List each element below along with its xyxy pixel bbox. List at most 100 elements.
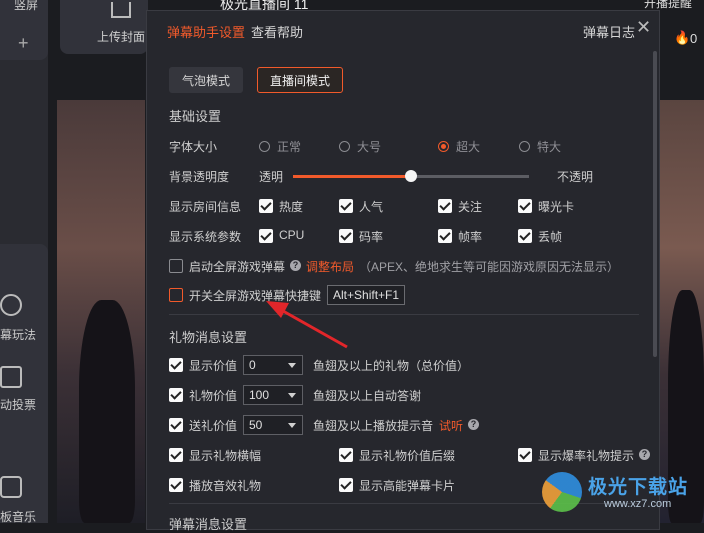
font-size-xxlarge-label[interactable]: 特大 <box>537 138 561 155</box>
heat-count: 0 <box>690 31 698 46</box>
adjust-layout-link[interactable]: 调整布局 <box>306 258 354 275</box>
gift-banner-label: 显示礼物横幅 <box>189 449 262 463</box>
sys-framerate-checkbox[interactable] <box>438 229 452 243</box>
gift-display-value-checkbox[interactable] <box>169 358 183 372</box>
font-size-xlarge-label[interactable]: 超大 <box>456 138 480 155</box>
dialog-header: 弹幕助手设置 查看帮助 弹幕日志 ✕ <box>147 11 659 47</box>
high-energy-card-checkbox[interactable] <box>339 478 353 492</box>
watermark-url: www.xz7.com <box>604 498 672 510</box>
font-size-large-radio[interactable] <box>339 141 350 152</box>
gift-sound-value-checkbox[interactable] <box>169 418 183 432</box>
close-icon[interactable]: ✕ <box>636 17 651 38</box>
basic-settings-title: 基础设置 <box>169 109 222 124</box>
left-tools-card: 幕玩法 动投票 板音乐 <box>0 244 48 525</box>
opacity-max-label: 不透明 <box>557 170 594 184</box>
left-panel: 竖屏 + 幕玩法 动投票 板音乐 <box>0 0 48 525</box>
gift-sound-value-suffix: 鱼翅及以上播放提示音 <box>313 419 434 433</box>
preview-image-right <box>660 100 704 523</box>
gift-sound-effect-checkbox[interactable] <box>169 478 183 492</box>
gift-thanks-value-suffix: 鱼翅及以上自动答谢 <box>313 389 422 403</box>
room-info-popularity-checkbox[interactable] <box>339 199 353 213</box>
sys-dropped-frames-label: 丢帧 <box>538 230 563 244</box>
sys-cpu-label: CPU <box>279 228 305 242</box>
room-info-label: 显示房间信息 <box>169 200 242 214</box>
gift-burst-tip-label: 显示爆率礼物提示 <box>538 449 635 463</box>
upload-cover-card[interactable]: 上传封面 <box>60 0 148 54</box>
left-item-play[interactable]: 幕玩法 <box>0 326 36 343</box>
preview-image-left <box>57 100 145 523</box>
fullscreen-hotkey-label: 开关全屏游戏弹幕快捷键 <box>189 289 322 303</box>
plus-icon[interactable]: + <box>18 33 29 54</box>
opacity-min-label: 透明 <box>259 170 284 184</box>
font-size-large-label[interactable]: 大号 <box>357 138 381 155</box>
gift-display-value-selected: 0 <box>249 358 256 372</box>
left-item-music[interactable]: 板音乐 <box>0 508 36 525</box>
sys-framerate-label: 帧率 <box>458 230 483 244</box>
gift-sound-value-label: 送礼价值 <box>189 419 238 433</box>
section-divider <box>169 314 639 315</box>
upload-cover-label: 上传封面 <box>97 30 146 44</box>
room-info-follow-checkbox[interactable] <box>438 199 452 213</box>
scrollbar-thumb[interactable] <box>653 51 657 357</box>
sys-dropped-frames-checkbox[interactable] <box>518 229 532 243</box>
font-size-xxlarge-radio[interactable] <box>519 141 530 152</box>
live-room-mode-button[interactable]: 直播间模式 <box>257 67 344 93</box>
font-size-normal-label[interactable]: 正常 <box>277 138 301 155</box>
fullscreen-hotkey-checkbox[interactable] <box>169 288 183 302</box>
left-item-vote[interactable]: 动投票 <box>0 396 36 413</box>
danmaku-settings-title: 弹幕消息设置 <box>169 517 248 532</box>
fullscreen-danmaku-checkbox[interactable] <box>169 259 183 273</box>
room-info-heat-checkbox[interactable] <box>259 199 273 213</box>
system-params-label: 显示系统参数 <box>169 230 242 244</box>
listen-preview-link[interactable]: 试听 <box>439 417 463 434</box>
gift-thanks-value-checkbox[interactable] <box>169 388 183 402</box>
sys-cpu-checkbox[interactable] <box>259 229 273 243</box>
gift-sound-effect-label: 播放音效礼物 <box>189 479 262 493</box>
fullscreen-danmaku-label: 启动全屏游戏弹幕 <box>189 260 286 274</box>
tab-view-help[interactable]: 查看帮助 <box>251 22 303 41</box>
upload-image-icon <box>111 2 131 18</box>
gift-display-value-select[interactable]: 0 <box>243 355 303 375</box>
room-info-exposure-checkbox[interactable] <box>518 199 532 213</box>
font-size-xlarge-radio[interactable] <box>438 141 449 152</box>
help-icon[interactable]: ? <box>290 260 301 271</box>
preview-figure <box>79 300 135 523</box>
help-icon[interactable]: ? <box>468 419 479 430</box>
chevron-down-icon <box>288 423 296 428</box>
room-info-follow-label: 关注 <box>458 200 483 214</box>
tab-danmaku-settings[interactable]: 弹幕助手设置 <box>167 22 245 41</box>
danmaku-settings-dialog: 弹幕助手设置 查看帮助 弹幕日志 ✕ 气泡模式 直播间模式 基础设置 字体大小 … <box>146 10 660 532</box>
hotkey-input[interactable]: Alt+Shift+F1 <box>327 285 406 305</box>
sys-bitrate-label: 码率 <box>359 230 384 244</box>
music-icon[interactable] <box>0 476 22 498</box>
high-energy-card-label: 显示高能弹幕卡片 <box>359 479 456 493</box>
room-info-heat-label: 热度 <box>279 200 304 214</box>
gift-display-value-label: 显示价值 <box>189 359 238 373</box>
gift-thanks-value-selected: 100 <box>249 388 270 402</box>
chevron-down-icon <box>288 363 296 368</box>
opacity-slider-fill <box>293 175 411 178</box>
help-icon[interactable]: ? <box>639 449 650 460</box>
room-info-exposure-label: 曝光卡 <box>538 200 575 214</box>
gift-display-value-suffix: 鱼翅及以上的礼物（总价值） <box>313 359 470 373</box>
gift-sound-value-selected: 50 <box>249 418 263 432</box>
watermark-logo-icon <box>542 472 582 512</box>
left-top-card: 竖屏 + <box>0 0 48 60</box>
download-icon[interactable] <box>0 294 22 316</box>
watermark-title: 极光下载站 <box>588 477 689 498</box>
danmaku-log-link[interactable]: 弹幕日志 <box>583 22 635 41</box>
portrait-label[interactable]: 竖屏 <box>14 0 38 13</box>
gift-sound-value-select[interactable]: 50 <box>243 415 303 435</box>
gift-value-suffix-checkbox[interactable] <box>339 448 353 462</box>
gift-banner-checkbox[interactable] <box>169 448 183 462</box>
gift-burst-tip-checkbox[interactable] <box>518 448 532 462</box>
vote-icon[interactable] <box>0 366 22 388</box>
gift-thanks-value-select[interactable]: 100 <box>243 385 303 405</box>
font-size-normal-radio[interactable] <box>259 141 270 152</box>
bubble-mode-button[interactable]: 气泡模式 <box>169 67 244 93</box>
fullscreen-danmaku-hint: （APEX、绝地求生等可能因游戏原因无法显示） <box>359 260 620 274</box>
room-info-popularity-label: 人气 <box>359 200 384 214</box>
sys-bitrate-checkbox[interactable] <box>339 229 353 243</box>
opacity-slider-handle[interactable] <box>405 170 417 182</box>
opacity-slider[interactable] <box>293 170 529 182</box>
